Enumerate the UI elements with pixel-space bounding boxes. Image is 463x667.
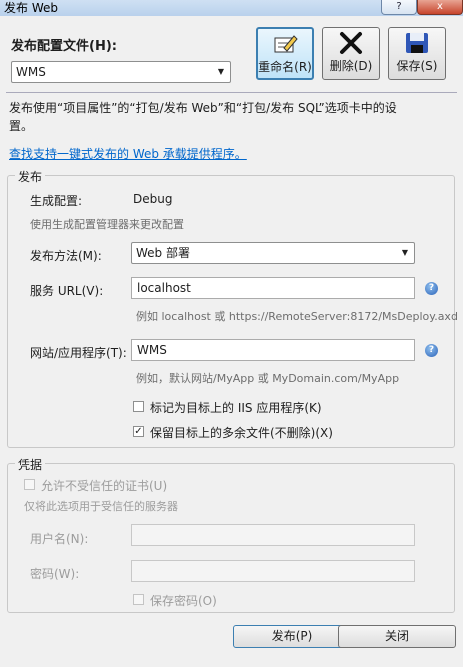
toolbar-divider [6, 92, 457, 93]
delete-button[interactable]: 删除(D) [322, 27, 380, 80]
method-select[interactable]: Web 部署 ▼ [131, 242, 415, 264]
rename-button[interactable]: 重命名(R) [256, 27, 314, 80]
help-icon[interactable]: ? [425, 344, 438, 357]
profile-label: 发布配置文件(H): [11, 39, 117, 54]
iis-app-label[interactable]: 标记为目标上的 IIS 应用程序(K) [150, 399, 322, 416]
floppy-disk-icon [406, 33, 428, 53]
username-label: 用户名(N): [30, 532, 89, 546]
close-button[interactable]: 关闭 [338, 625, 456, 648]
site-app-hint: 例如，默认网站/MyApp 或 MyDomain.com/MyApp [136, 372, 400, 385]
credentials-group-title: 凭据 [15, 456, 46, 473]
site-app-label: 网站/应用程序(T): [30, 346, 127, 360]
delete-x-icon [340, 32, 362, 54]
title-bar: 发布 Web ? x [0, 0, 463, 16]
site-app-input[interactable]: WMS [131, 339, 415, 361]
untrusted-cert-checkbox[interactable] [24, 479, 35, 490]
chevron-down-icon: ▼ [401, 248, 408, 257]
profile-select-value: WMS [16, 65, 46, 79]
password-input[interactable] [131, 560, 415, 582]
build-config-label: 生成配置: [30, 194, 83, 208]
publish-button[interactable]: 发布(P) [233, 625, 351, 648]
save-button[interactable]: 保存(S) [388, 27, 446, 80]
save-password-label[interactable]: 保存密码(O) [150, 592, 217, 609]
untrusted-cert-label[interactable]: 允许不受信任的证书(U) [41, 477, 167, 494]
untrusted-cert-hint: 仅将此选项用于受信任的服务器 [24, 500, 178, 513]
publish-web-dialog: 发布 Web ? x 发布配置文件(H): WMS ▼ 重命名(R) 删除(D)… [0, 0, 463, 667]
method-select-value: Web 部署 [136, 246, 190, 260]
save-label: 保存(S) [396, 59, 438, 73]
help-button[interactable]: ? [381, 0, 417, 15]
delete-label: 删除(D) [329, 59, 373, 73]
intro-text-line1: 发布使用“项目属性”的“打包/发布 Web”和“打包/发布 SQL”选项卡中的设 [9, 101, 397, 115]
method-label: 发布方法(M): [30, 249, 102, 263]
profile-select[interactable]: WMS ▼ [11, 61, 231, 83]
keep-files-label[interactable]: 保留目标上的多余文件(不删除)(X) [150, 424, 333, 441]
keep-files-checkbox[interactable]: ✓ [133, 426, 144, 437]
rename-label: 重命名(R) [258, 60, 312, 74]
password-label: 密码(W): [30, 567, 80, 581]
publish-group-title: 发布 [15, 168, 46, 185]
rename-icon [274, 35, 298, 53]
close-window-button[interactable]: x [417, 0, 463, 15]
chevron-down-icon: ▼ [217, 67, 224, 76]
build-config-hint: 使用生成配置管理器来更改配置 [30, 218, 184, 231]
window-title: 发布 Web [4, 1, 58, 15]
service-url-input[interactable]: localhost [131, 277, 415, 299]
help-icon[interactable]: ? [425, 282, 438, 295]
iis-app-checkbox[interactable] [133, 401, 144, 412]
intro-text-line2: 置。 [9, 119, 34, 133]
service-url-label: 服务 URL(V): [30, 284, 104, 298]
build-config-value: Debug [133, 192, 173, 206]
service-url-hint: 例如 localhost 或 https://RemoteServer:8172… [136, 310, 458, 323]
username-input[interactable] [131, 524, 415, 546]
hosting-provider-link[interactable]: 查找支持一键式发布的 Web 承载提供程序。 [9, 145, 247, 162]
save-password-checkbox[interactable] [133, 594, 144, 605]
